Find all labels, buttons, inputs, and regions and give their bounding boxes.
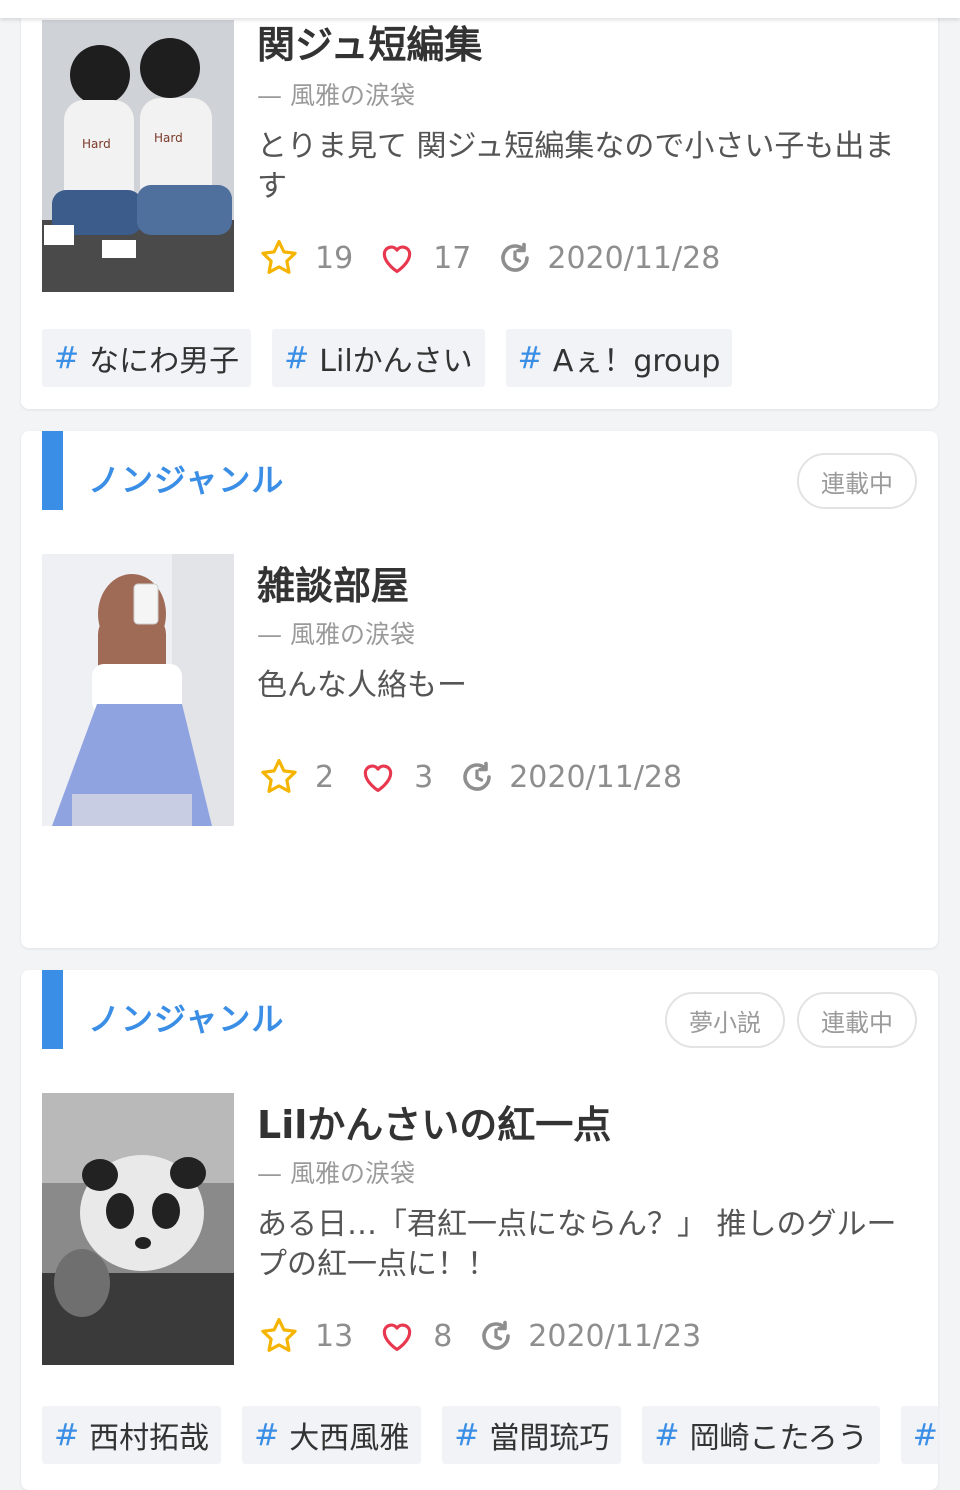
story-card[interactable]: ノンジャンル 夢小説 連載中 Lilかんさいの紅一点 — 風雅の涙袋 ある日…「… xyxy=(21,970,938,1490)
updated-date: 2020/11/23 xyxy=(528,1318,702,1354)
badge-list: 夢小説 連載中 xyxy=(665,992,917,1048)
hash-icon: # xyxy=(454,1417,480,1453)
star-count: 2 xyxy=(315,759,335,795)
updated-date: 2020/11/28 xyxy=(547,240,721,276)
heart-icon xyxy=(356,755,400,799)
hash-icon: # xyxy=(517,340,543,376)
story-stats: 13 8 2020/11/23 xyxy=(257,1314,701,1358)
heart-count: 17 xyxy=(433,240,472,276)
tag-label: 岡崎こたろう xyxy=(689,1421,868,1456)
story-title[interactable]: Lilかんさいの紅一点 xyxy=(257,1094,611,1149)
tag-label: Aぇ！group xyxy=(552,344,721,379)
refresh-clock-icon xyxy=(493,236,537,280)
story-author[interactable]: — 風雅の涙袋 xyxy=(257,76,415,112)
story-description: 色んな人絡もー xyxy=(257,668,467,703)
tag-label: 當間琉巧 xyxy=(489,1421,610,1456)
genre-accent-bar xyxy=(42,970,63,1049)
tag-label: なにわ男子 xyxy=(89,344,240,379)
hash-icon: # xyxy=(254,1417,280,1453)
star-count: 13 xyxy=(315,1318,354,1354)
story-author[interactable]: — 風雅の涙袋 xyxy=(257,615,415,651)
hash-icon: # xyxy=(54,1417,80,1453)
story-cover-image[interactable] xyxy=(42,554,234,826)
story-stats: 2 3 2020/11/28 xyxy=(257,755,682,799)
tag-label: Lilかんさい xyxy=(319,344,473,379)
tag-label: 西村拓哉 xyxy=(89,1421,210,1456)
tag-chip[interactable]: # 大西風雅 xyxy=(242,1406,422,1464)
story-title[interactable]: 雑談部屋 xyxy=(257,555,409,610)
tag-chip[interactable]: # 西村拓哉 xyxy=(42,1406,222,1464)
tag-chip[interactable]: # 岡崎こたろう xyxy=(642,1406,880,1464)
tag-label: 大西風雅 xyxy=(289,1421,410,1456)
star-icon xyxy=(257,755,301,799)
tag-chip-partial[interactable]: # xyxy=(900,1406,938,1464)
story-stats: 19 17 2020/11/28 xyxy=(257,236,720,280)
category-badge: 夢小説 xyxy=(665,992,785,1048)
refresh-clock-icon xyxy=(455,755,499,799)
genre-label[interactable]: ノンジャンル xyxy=(88,455,284,501)
tag-chip[interactable]: # Lilかんさい xyxy=(272,329,485,387)
story-card[interactable]: Hard Hard 関ジュ短編集 — 風雅の涙袋 とりま見て 関ジュ短編集なので… xyxy=(21,0,938,409)
star-icon xyxy=(257,1314,301,1358)
genre-label[interactable]: ノンジャンル xyxy=(88,994,284,1040)
genre-accent-bar xyxy=(42,431,63,510)
hash-icon: # xyxy=(912,1417,938,1453)
heart-icon xyxy=(375,1314,419,1358)
story-cover-image[interactable]: Hard Hard xyxy=(42,20,234,292)
story-card[interactable]: ノンジャンル 連載中 雑談部屋 — 風雅の涙袋 色んな人絡もー 2 3 2020… xyxy=(21,431,938,948)
tag-list: # なにわ男子 # Lilかんさい # Aぇ！group xyxy=(42,329,733,387)
story-cover-image[interactable] xyxy=(42,1093,234,1365)
status-badge: 連載中 xyxy=(797,453,917,509)
svg-text:Hard: Hard xyxy=(154,131,183,145)
heart-count: 3 xyxy=(414,759,434,795)
story-description: ある日…「君紅一点にならん？」 推しのグループの紅一点に！！ xyxy=(257,1207,897,1282)
svg-text:Hard: Hard xyxy=(82,137,111,151)
refresh-clock-icon xyxy=(474,1314,518,1358)
top-app-bar xyxy=(0,0,960,18)
badge-list: 連載中 xyxy=(797,453,917,509)
heart-count: 8 xyxy=(433,1318,453,1354)
status-badge: 連載中 xyxy=(797,992,917,1048)
tag-chip[interactable]: # Aぇ！group xyxy=(505,329,733,387)
story-author[interactable]: — 風雅の涙袋 xyxy=(257,1154,415,1190)
hash-icon: # xyxy=(654,1417,680,1453)
hash-icon: # xyxy=(54,340,80,376)
hash-icon: # xyxy=(284,340,310,376)
star-icon xyxy=(257,236,301,280)
heart-icon xyxy=(375,236,419,280)
tag-chip[interactable]: # なにわ男子 xyxy=(42,329,252,387)
tag-list: # 西村拓哉 # 大西風雅 # 當間琉巧 # 岡崎こたろう # xyxy=(42,1406,938,1464)
tag-chip[interactable]: # 當間琉巧 xyxy=(442,1406,622,1464)
story-description: とりま見て 関ジュ短編集なので小さい子も出ます xyxy=(257,129,895,204)
story-title[interactable]: 関ジュ短編集 xyxy=(257,14,482,69)
star-count: 19 xyxy=(315,240,354,276)
updated-date: 2020/11/28 xyxy=(509,759,683,795)
